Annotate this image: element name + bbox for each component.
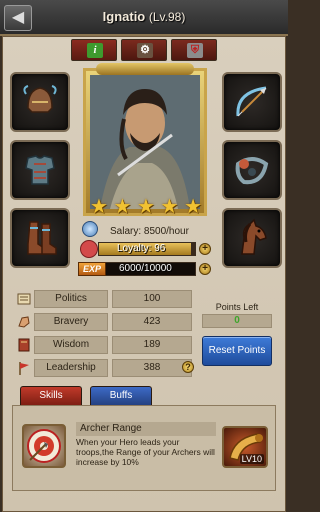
equip-slot-armor[interactable] — [10, 140, 70, 200]
gear-icon: ⚙ — [137, 43, 153, 58]
helmet-icon: ⛨ — [187, 43, 203, 58]
loyalty-bar: Loyalty: 96 — [98, 242, 196, 256]
armor-icon — [25, 155, 55, 185]
equip-slot-horn[interactable] — [222, 140, 282, 200]
exp-text: 6000/10000 — [119, 263, 172, 274]
points-left-label: Points Left — [215, 302, 259, 312]
stat-label: Bravery — [34, 313, 108, 331]
exp-plus-button[interactable]: + — [199, 263, 211, 275]
skill-level-badge[interactable]: LV10 — [222, 426, 268, 468]
stat-row-wisdom: Wisdom 189 — [12, 336, 192, 354]
info-icon: i — [87, 43, 103, 58]
hero-portrait-frame — [83, 63, 207, 216]
hero-name: Ignatio — [102, 9, 146, 24]
scroll-icon — [17, 293, 31, 305]
stat-value: 388 — [112, 359, 192, 377]
loyalty-heart-icon — [80, 240, 98, 258]
chevron-left-icon: ◀ — [11, 9, 25, 26]
stat-value: 423 — [112, 313, 192, 331]
help-icon[interactable]: ? — [182, 361, 194, 373]
stat-label: Leadership — [34, 359, 108, 377]
points-left-value: 0 — [202, 314, 272, 328]
star-icon: ★ — [137, 196, 155, 218]
star-icon: ★ — [90, 196, 108, 218]
boots-icon — [27, 221, 57, 255]
back-button[interactable]: ◀ — [4, 5, 32, 31]
star-icon: ★ — [184, 196, 202, 218]
helmet-icon — [23, 85, 57, 113]
equip-slot-bow[interactable] — [222, 72, 282, 132]
stat-label: Politics — [34, 290, 108, 308]
hero-tab-bar: i ⚙ ⛨ — [68, 39, 220, 61]
tab-info[interactable]: i — [71, 39, 117, 61]
reset-points-button[interactable]: Reset Points — [202, 336, 272, 366]
fist-icon — [18, 316, 30, 328]
loyalty-text: Loyalty: 96 — [117, 243, 166, 254]
horn-icon — [235, 157, 269, 185]
stat-row-politics: Politics 100 — [12, 290, 192, 308]
equip-slot-horse[interactable] — [222, 208, 282, 268]
skill-item-archer-range[interactable] — [22, 424, 66, 468]
hero-star-rating: ★ ★ ★ ★ ★ — [90, 196, 202, 218]
salary-icon — [82, 221, 98, 237]
stat-value: 100 — [112, 290, 192, 308]
stat-value: 189 — [112, 336, 192, 354]
exp-bar: 6000/10000 — [98, 262, 196, 276]
banner-icon — [19, 362, 29, 375]
stat-row-bravery: Bravery 423 — [12, 313, 192, 331]
stat-label: Wisdom — [34, 336, 108, 354]
hero-level: (Lv.98) — [148, 10, 186, 24]
bow-icon — [236, 86, 267, 117]
book-icon — [18, 338, 30, 352]
salary-text: Salary: 8500/hour — [110, 226, 189, 237]
tab-army[interactable]: ⛨ — [171, 39, 217, 61]
tab-skills[interactable]: Skills — [20, 386, 82, 406]
skill-description: When your Hero leads your troops,the Ran… — [76, 437, 215, 467]
hero-portrait — [90, 75, 200, 209]
star-icon: ★ — [160, 196, 179, 218]
stat-row-leadership: Leadership 388 — [12, 359, 192, 377]
horse-icon — [241, 218, 267, 255]
exp-label: EXP — [78, 262, 106, 276]
tab-gear[interactable]: ⚙ — [121, 39, 167, 61]
tab-buffs[interactable]: Buffs — [90, 386, 152, 406]
hero-portrait-art — [90, 75, 200, 209]
loyalty-plus-button[interactable]: + — [199, 243, 211, 255]
portrait-ornament — [96, 63, 194, 75]
equip-slot-boots[interactable] — [10, 208, 70, 268]
hero-title: Ignatio (Lv.98) — [60, 9, 228, 24]
archery-target-icon — [27, 429, 61, 463]
skill-title: Archer Range — [76, 422, 216, 436]
skill-level-label: LV10 — [239, 454, 264, 464]
equip-slot-helmet[interactable] — [10, 72, 70, 132]
header-bar: ◀ Ignatio (Lv.98) — [0, 0, 288, 36]
star-icon: ★ — [113, 196, 132, 218]
